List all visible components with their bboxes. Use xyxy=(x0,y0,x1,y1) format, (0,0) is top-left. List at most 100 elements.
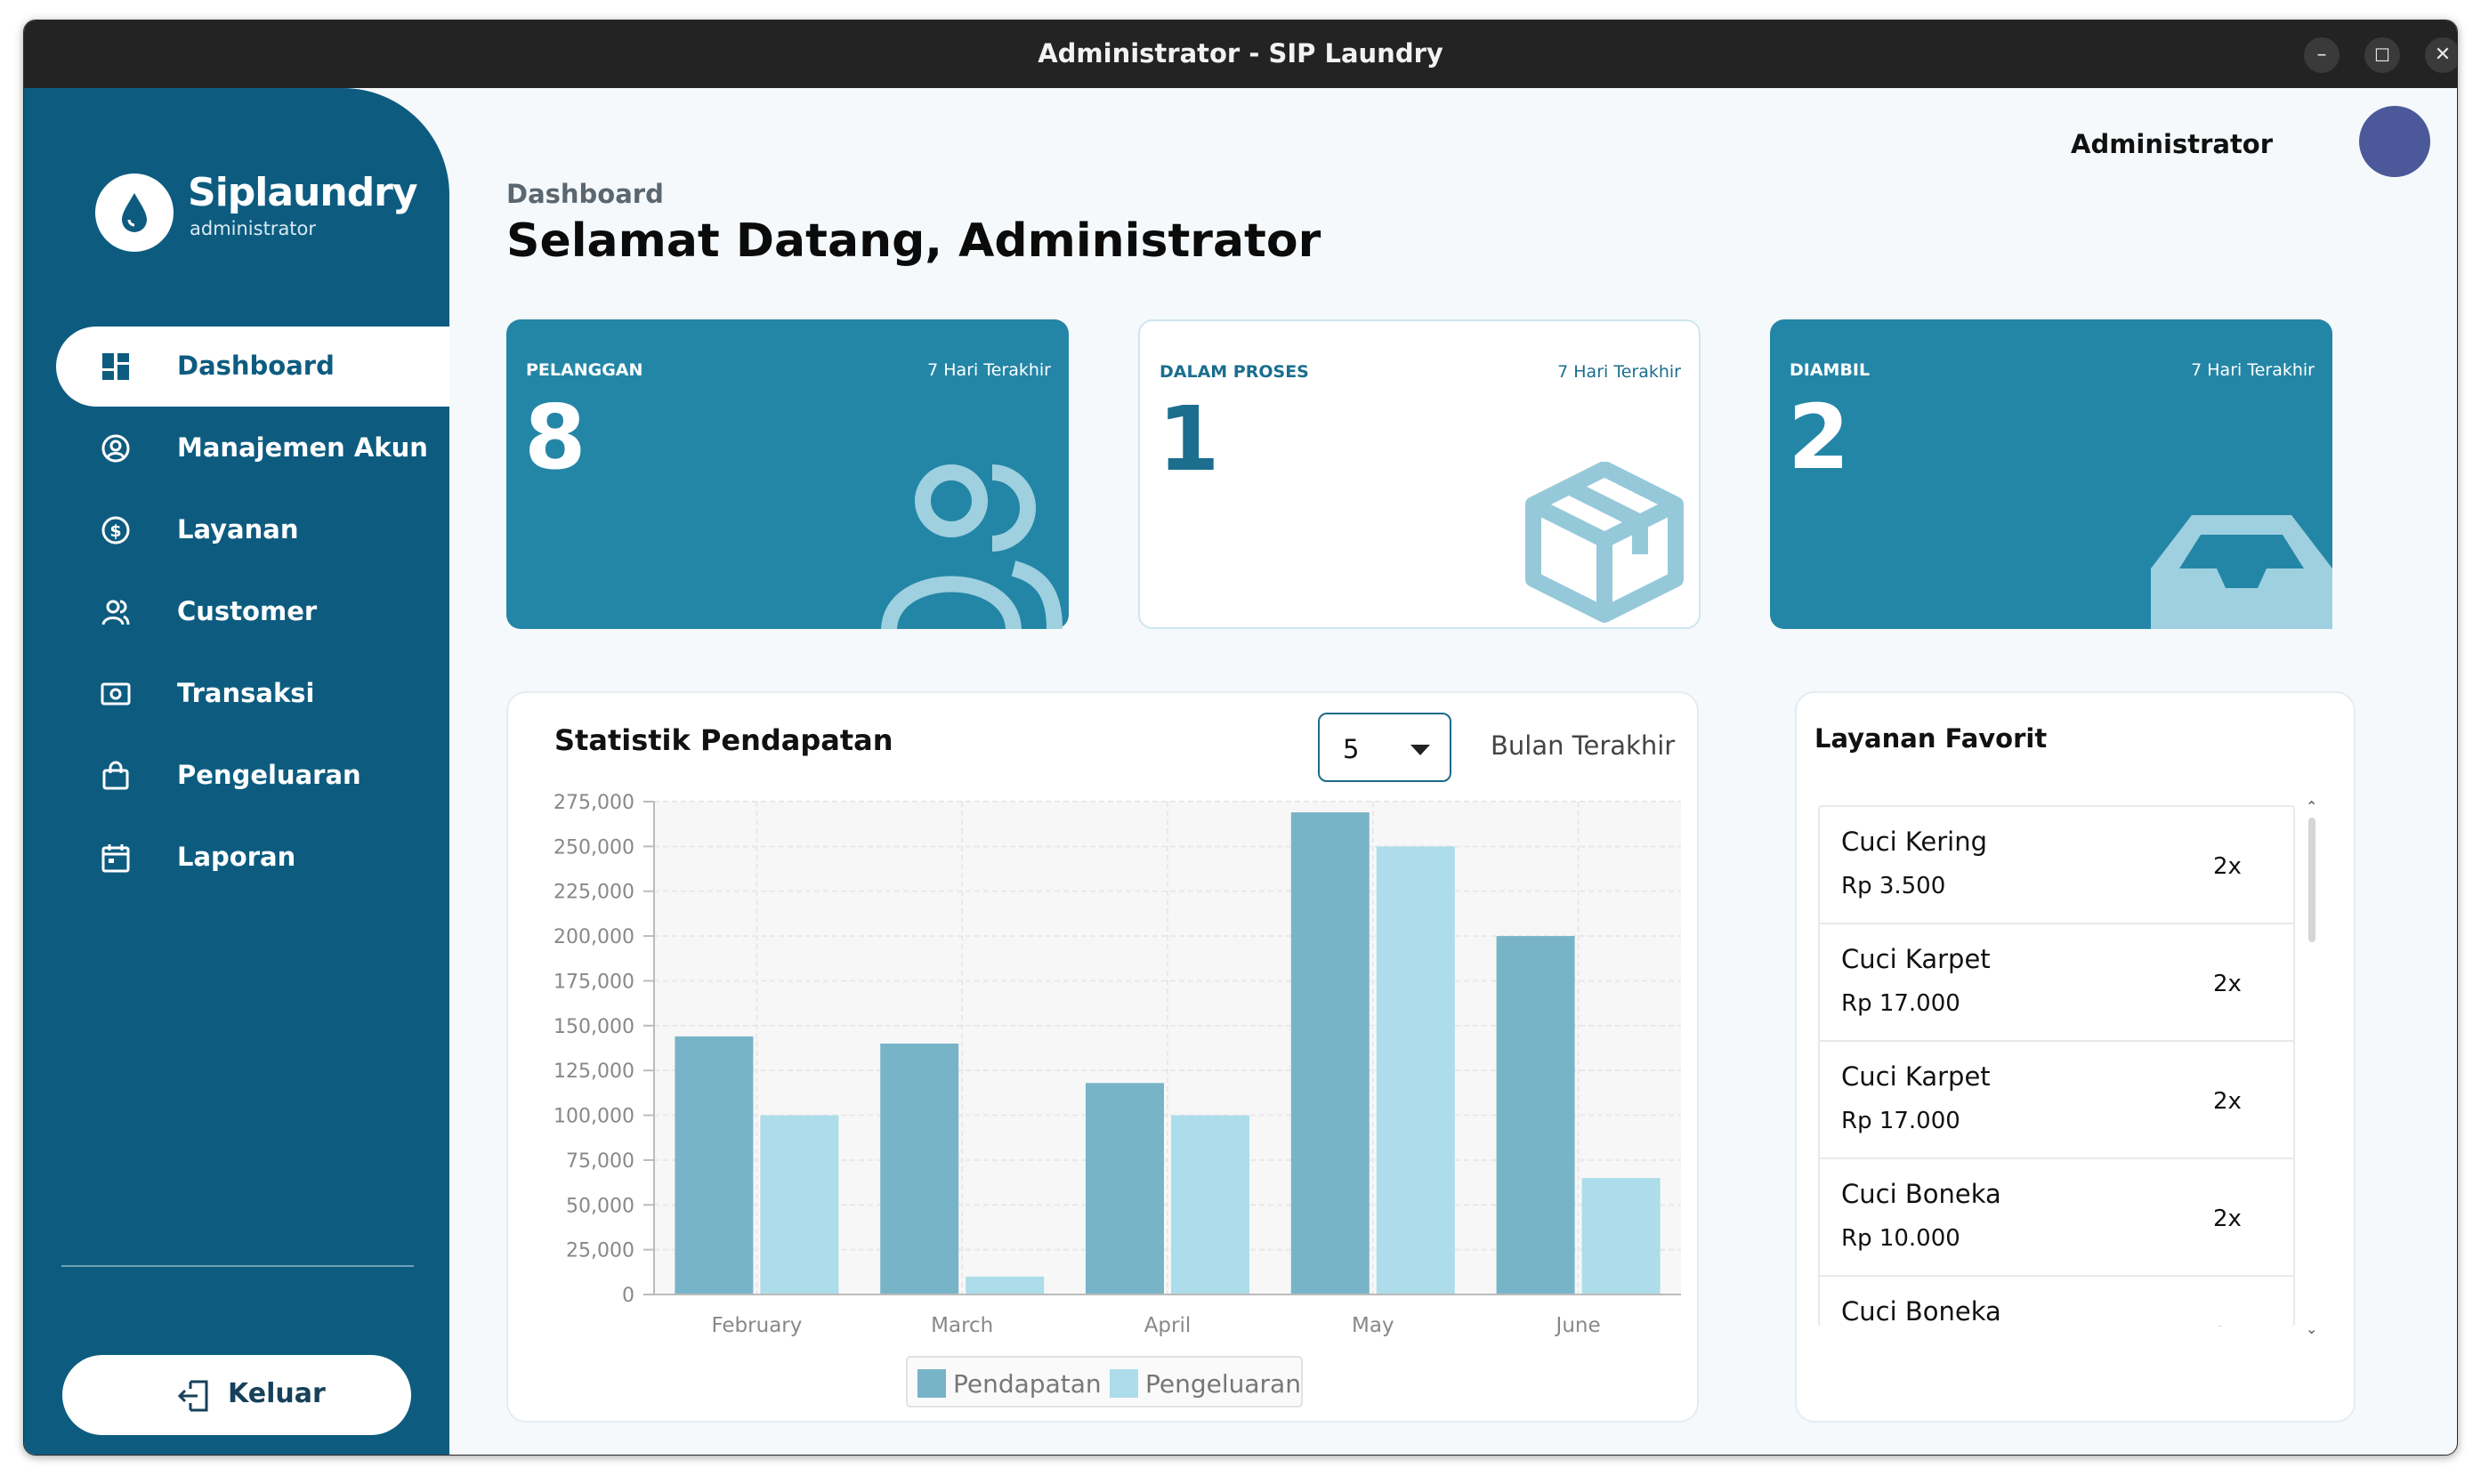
service-count: 2x xyxy=(2213,1088,2242,1115)
stat-label: DIAMBIL xyxy=(1790,360,1871,380)
list-item[interactable]: Cuci Karpet Rp 17.000 2x xyxy=(1820,924,2293,1042)
bar-pengeluaran-april xyxy=(1171,1115,1249,1294)
service-count: 2x xyxy=(2213,1323,2242,1327)
y-tick-label: 100,000 xyxy=(554,1106,634,1128)
service-name: Cuci Boneka xyxy=(1841,1296,2001,1327)
users-icon xyxy=(881,464,1063,629)
favorites-title: Layanan Favorit xyxy=(1814,723,2048,754)
y-tick-label: 25,000 xyxy=(566,1240,634,1262)
y-tick-label: 125,000 xyxy=(554,1061,634,1083)
avatar[interactable] xyxy=(2359,106,2430,177)
service-name: Cuci Karpet xyxy=(1841,944,1991,974)
user-name: Administrator xyxy=(2071,129,2274,159)
stat-period: 7 Hari Terakhir xyxy=(2191,360,2315,380)
shopping-bag-icon xyxy=(102,761,129,790)
user-circle-icon xyxy=(101,434,130,463)
users-icon xyxy=(101,600,130,625)
revenue-bar-chart: 0 25,000 50,000 75,000 100,000 125,000 150,000… xyxy=(554,792,1681,1407)
stat-value: 2 xyxy=(1788,385,1850,489)
page-title: Selamat Datang, Administrator xyxy=(506,214,1321,268)
dollar-circle-icon: $ xyxy=(101,516,130,544)
list-item[interactable]: Cuci Kering Rp 3.500 2x xyxy=(1820,807,2293,924)
window-title: Administrator - SIP Laundry xyxy=(1038,38,1443,69)
sidebar-item-label: Dashboard xyxy=(177,351,335,381)
sidebar-item-label: Transaksi xyxy=(177,678,315,708)
service-name: Cuci Karpet xyxy=(1841,1061,1991,1092)
list-item[interactable]: Cuci Karpet Rp 17.000 2x xyxy=(1820,1042,2293,1159)
package-icon xyxy=(1525,462,1684,623)
x-tick-label: February xyxy=(711,1314,802,1337)
bar-pendapatan-april xyxy=(1086,1083,1164,1294)
brand-name: Siplaundry xyxy=(188,170,418,215)
cash-icon xyxy=(101,682,131,706)
stat-value: 8 xyxy=(524,385,586,489)
service-price: Rp 3.500 xyxy=(1841,873,1946,899)
service-name: Cuci Boneka xyxy=(1841,1179,2001,1209)
sidebar-item-transaksi[interactable]: Transaksi xyxy=(56,654,449,734)
x-tick-label: March xyxy=(931,1314,993,1337)
stat-label: DALAM PROSES xyxy=(1160,362,1309,382)
revenue-chart-panel: Statistik Pendapatan 5 Bulan Terakhir 02… xyxy=(506,691,1699,1423)
favorites-list[interactable]: Cuci Kering Rp 3.500 2x Cuci Karpet Rp 17.00… xyxy=(1818,805,2295,1327)
y-tick-label: 225,000 xyxy=(554,882,634,904)
logout-icon xyxy=(177,1380,208,1412)
x-tick-label: May xyxy=(1352,1314,1394,1337)
bar-pengeluaran-may xyxy=(1376,846,1455,1294)
minimize-button[interactable]: – xyxy=(2304,37,2340,73)
logout-button[interactable]: Keluar xyxy=(62,1355,411,1435)
bar-pengeluaran-june xyxy=(1581,1178,1661,1294)
service-count: 2x xyxy=(2213,1206,2242,1232)
bar-pendapatan-march xyxy=(880,1043,959,1294)
scroll-down-icon[interactable]: ⌄ xyxy=(2306,1320,2317,1337)
legend-label: Pendapatan xyxy=(953,1369,1102,1399)
logout-label: Keluar xyxy=(228,1378,326,1409)
list-item[interactable]: Cuci BonekaRp 10.0002x xyxy=(1820,1277,2293,1327)
stat-card-pelanggan: PELANGGAN 7 Hari Terakhir 8 xyxy=(506,319,1069,629)
close-button[interactable]: ✕ xyxy=(2425,37,2457,73)
sidebar-item-customer[interactable]: Customer xyxy=(56,572,449,652)
sidebar-item-label: Manajemen Akun xyxy=(177,432,428,463)
stat-period: 7 Hari Terakhir xyxy=(1557,362,1681,382)
scroll-up-icon[interactable]: ⌃ xyxy=(2306,798,2317,815)
bar-pengeluaran-march xyxy=(966,1276,1045,1294)
stat-card-diambil: DIAMBIL 7 Hari Terakhir 2 xyxy=(1770,319,2332,629)
sidebar-item-pengeluaran[interactable]: Pengeluaran xyxy=(56,736,449,816)
y-tick-label: 150,000 xyxy=(554,1016,634,1038)
title-bar: Administrator - SIP Laundry – ☐ ✕ xyxy=(24,20,2457,88)
svg-text:$: $ xyxy=(109,521,121,541)
scrollbar-thumb[interactable] xyxy=(2308,818,2315,942)
service-name: Cuci Kering xyxy=(1841,827,1988,857)
favorite-services-panel: Layanan Favorit Cuci Kering Rp 3.500 2x Cuc… xyxy=(1795,691,2356,1423)
service-count: 2x xyxy=(2213,853,2242,880)
stat-card-dalam-proses: DALAM PROSES 7 Hari Terakhir 1 xyxy=(1138,319,1701,629)
calendar-icon xyxy=(101,844,130,873)
bar-pengeluaran-february xyxy=(760,1115,839,1294)
sidebar: Siplaundry administrator Dashboard Manaj… xyxy=(24,88,449,1455)
y-tick-label: 75,000 xyxy=(566,1150,634,1173)
sidebar-item-manajemen-akun[interactable]: Manajemen Akun xyxy=(56,408,449,488)
legend-swatch xyxy=(917,1369,946,1398)
sidebar-item-dashboard[interactable]: Dashboard xyxy=(56,327,449,407)
sidebar-item-label: Customer xyxy=(177,596,318,626)
legend-swatch xyxy=(1110,1369,1138,1398)
maximize-button[interactable]: ☐ xyxy=(2364,37,2400,73)
stat-value: 1 xyxy=(1158,387,1220,491)
service-count: 2x xyxy=(2213,971,2242,997)
y-tick-label: 175,000 xyxy=(554,971,634,993)
logo-icon xyxy=(95,173,174,252)
favorites-scrollbar[interactable]: ⌃ ⌄ xyxy=(2306,798,2318,1337)
y-tick-label: 200,000 xyxy=(554,926,634,948)
y-tick-label: 0 xyxy=(622,1285,634,1307)
service-price: Rp 10.000 xyxy=(1841,1225,1960,1252)
brand-subtitle: administrator xyxy=(190,218,317,239)
sidebar-item-laporan[interactable]: Laporan xyxy=(56,818,449,898)
water-drop-icon xyxy=(122,193,147,232)
stat-label: PELANGGAN xyxy=(526,360,643,380)
bar-pendapatan-february xyxy=(675,1036,754,1294)
sidebar-divider xyxy=(61,1265,414,1267)
sidebar-item-layanan[interactable]: $ Layanan xyxy=(56,490,449,570)
inbox-tray-icon xyxy=(2151,515,2332,629)
list-item[interactable]: Cuci Boneka Rp 10.000 2x xyxy=(1820,1159,2293,1277)
legend-label: Pengeluaran xyxy=(1145,1369,1301,1399)
breadcrumb: Dashboard xyxy=(506,179,664,209)
